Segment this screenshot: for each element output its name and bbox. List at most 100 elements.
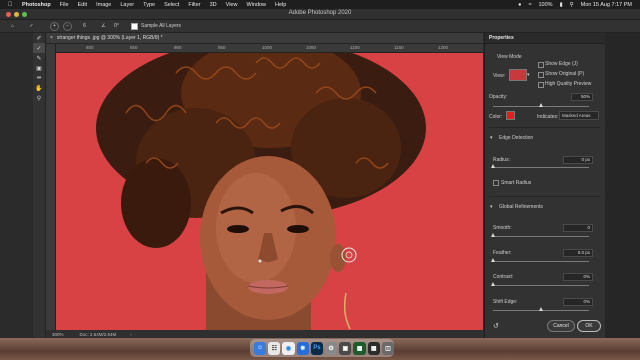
document-tab[interactable]: × stranger things .jpg @ 300% (Layer 1, … <box>46 33 483 44</box>
brush-subtract-icon[interactable]: − <box>63 21 72 31</box>
feather-label: Feather: <box>493 250 512 256</box>
menu-app-name[interactable]: Photoshop <box>22 2 51 8</box>
smart-radius-label: Smart Radius <box>501 180 532 186</box>
radius-field[interactable]: 0 px <box>563 156 593 164</box>
feather-field[interactable]: 0.0 px <box>563 249 593 257</box>
brush-size-value[interactable]: 6 <box>80 22 89 31</box>
menu-edit[interactable]: Edit <box>78 2 87 8</box>
status-bar: 300% Doc: 2.64M/2.64M › <box>46 330 483 338</box>
reset-icon[interactable]: ↺ <box>493 322 499 330</box>
color-label: Color: <box>489 114 503 120</box>
feather-slider-track[interactable] <box>493 261 589 262</box>
shift-edge-field[interactable]: 0% <box>563 298 593 306</box>
smooth-field[interactable]: 0 <box>563 224 593 232</box>
battery-percent[interactable]: 100% <box>538 2 552 8</box>
high-quality-checkbox[interactable] <box>538 82 544 88</box>
ruler-tick: 900 <box>174 45 182 50</box>
status-arrow-icon[interactable]: › <box>130 332 132 337</box>
high-quality-label: High Quality Preview <box>545 81 592 87</box>
chevron-down-icon[interactable]: ▾ <box>527 72 530 78</box>
opacity-field[interactable]: 50% <box>571 93 593 101</box>
ruler-tick: 1200 <box>438 45 449 50</box>
menu-window[interactable]: Window <box>246 2 266 8</box>
cancel-button[interactable]: Cancel <box>547 320 575 332</box>
safari-icon[interactable]: ❋ <box>296 341 309 355</box>
edge-detection-header[interactable]: Edge Detection <box>499 135 533 141</box>
properties-panel: Properties View Mode View: ▾ Show Edge (… <box>484 33 605 338</box>
refine-brush-icon[interactable]: ✓ <box>27 22 36 31</box>
close-tab-icon[interactable]: × <box>50 35 53 41</box>
menu-filter[interactable]: Filter <box>188 2 200 8</box>
refine-edge-brush-icon[interactable]: ✓ <box>33 43 45 53</box>
zoom-level[interactable]: 300% <box>52 332 64 337</box>
smooth-slider-track[interactable] <box>493 236 589 237</box>
sample-all-layers-checkbox[interactable] <box>131 22 138 30</box>
menu-file[interactable]: File <box>60 2 69 8</box>
indicates-label: Indicates: <box>537 114 559 120</box>
indicates-value: Masked Areas <box>562 113 591 118</box>
object-selection-icon[interactable]: ▣ <box>33 63 45 73</box>
finder-icon[interactable]: ☺ <box>254 341 267 355</box>
angle-icon[interactable]: ∠ <box>99 22 108 31</box>
search-icon[interactable]: ⚲ <box>570 2 574 8</box>
show-original-checkbox[interactable] <box>538 72 544 78</box>
home-icon[interactable]: ⌂ <box>8 22 17 31</box>
document-canvas[interactable] <box>56 53 483 330</box>
menu-3d[interactable]: 3D <box>210 2 217 8</box>
feather-slider-thumb[interactable] <box>491 258 495 262</box>
menu-image[interactable]: Image <box>96 2 111 8</box>
ok-button[interactable]: OK <box>577 320 601 332</box>
menu-layer[interactable]: Layer <box>120 2 134 8</box>
preview-icon[interactable]: ▣ <box>339 341 352 355</box>
clock[interactable]: Mon 15 Aug 7:17 PM <box>581 2 632 8</box>
doc-size[interactable]: Doc: 2.64M/2.64M <box>80 332 117 337</box>
global-refinements-header[interactable]: Global Refinements <box>499 204 543 210</box>
apps-icon[interactable]: ▦ <box>367 341 380 355</box>
numbers-icon[interactable]: ▦ <box>353 341 366 355</box>
window-title: Adobe Photoshop 2020 <box>288 10 352 16</box>
menu-select[interactable]: Select <box>164 2 179 8</box>
ruler-tick: 950 <box>218 45 226 50</box>
photoshop-icon[interactable]: Ps <box>310 341 324 355</box>
record-icon[interactable]: ● <box>518 2 521 8</box>
chrome-icon[interactable]: ◉ <box>282 341 295 355</box>
zoom-tool-icon[interactable]: ⚲ <box>33 93 45 103</box>
angle-value[interactable]: 0° <box>112 22 121 31</box>
wifi-icon[interactable]: ≈ <box>528 2 531 8</box>
quick-selection-tool-icon[interactable]: ✐ <box>33 33 45 43</box>
settings-icon[interactable]: ⚙ <box>325 341 338 355</box>
menu-bar:  Photoshop File Edit Image Layer Type S… <box>0 0 640 9</box>
contrast-slider-track[interactable] <box>493 285 589 286</box>
divider <box>489 127 601 128</box>
color-swatch[interactable] <box>506 111 515 120</box>
smooth-slider-thumb[interactable] <box>491 233 495 237</box>
contrast-field[interactable]: 0% <box>563 273 593 281</box>
launchpad-icon[interactable]: ☷ <box>268 341 281 355</box>
radius-slider-thumb[interactable] <box>491 164 495 168</box>
indicates-select[interactable]: Masked Areas <box>559 111 599 120</box>
view-thumbnail[interactable] <box>509 69 527 81</box>
trash-icon[interactable]: ◫ <box>381 341 395 355</box>
chevron-down-icon[interactable]: ▾ <box>490 204 493 210</box>
lasso-tool-icon[interactable]: ⥈ <box>33 73 45 83</box>
smart-radius-checkbox[interactable] <box>493 180 499 186</box>
menu-help[interactable]: Help <box>275 2 286 8</box>
show-edge-label: Show Edge (J) <box>545 61 578 67</box>
radius-slider-track[interactable] <box>493 167 589 168</box>
chevron-down-icon[interactable]: ▾ <box>490 135 493 141</box>
brush-tool-icon[interactable]: ✎ <box>33 53 45 63</box>
ruler-tick: 1050 <box>306 45 317 50</box>
show-edge-checkbox[interactable] <box>538 62 544 68</box>
opacity-slider-thumb[interactable] <box>538 103 543 107</box>
menu-type[interactable]: Type <box>143 2 155 8</box>
hand-tool-icon[interactable]: ✋ <box>33 83 45 93</box>
sample-all-layers-label: Sample All Layers <box>141 23 182 29</box>
apple-icon[interactable]:  <box>8 2 16 8</box>
left-gutter <box>0 33 33 338</box>
contrast-slider-thumb[interactable] <box>491 282 495 286</box>
battery-icon[interactable]: ▮ <box>560 2 563 8</box>
shift-edge-slider-thumb[interactable] <box>539 307 543 311</box>
menu-view[interactable]: View <box>226 2 238 8</box>
window-title-bar: Adobe Photoshop 2020 <box>0 9 640 20</box>
brush-add-icon[interactable]: + <box>50 21 59 31</box>
